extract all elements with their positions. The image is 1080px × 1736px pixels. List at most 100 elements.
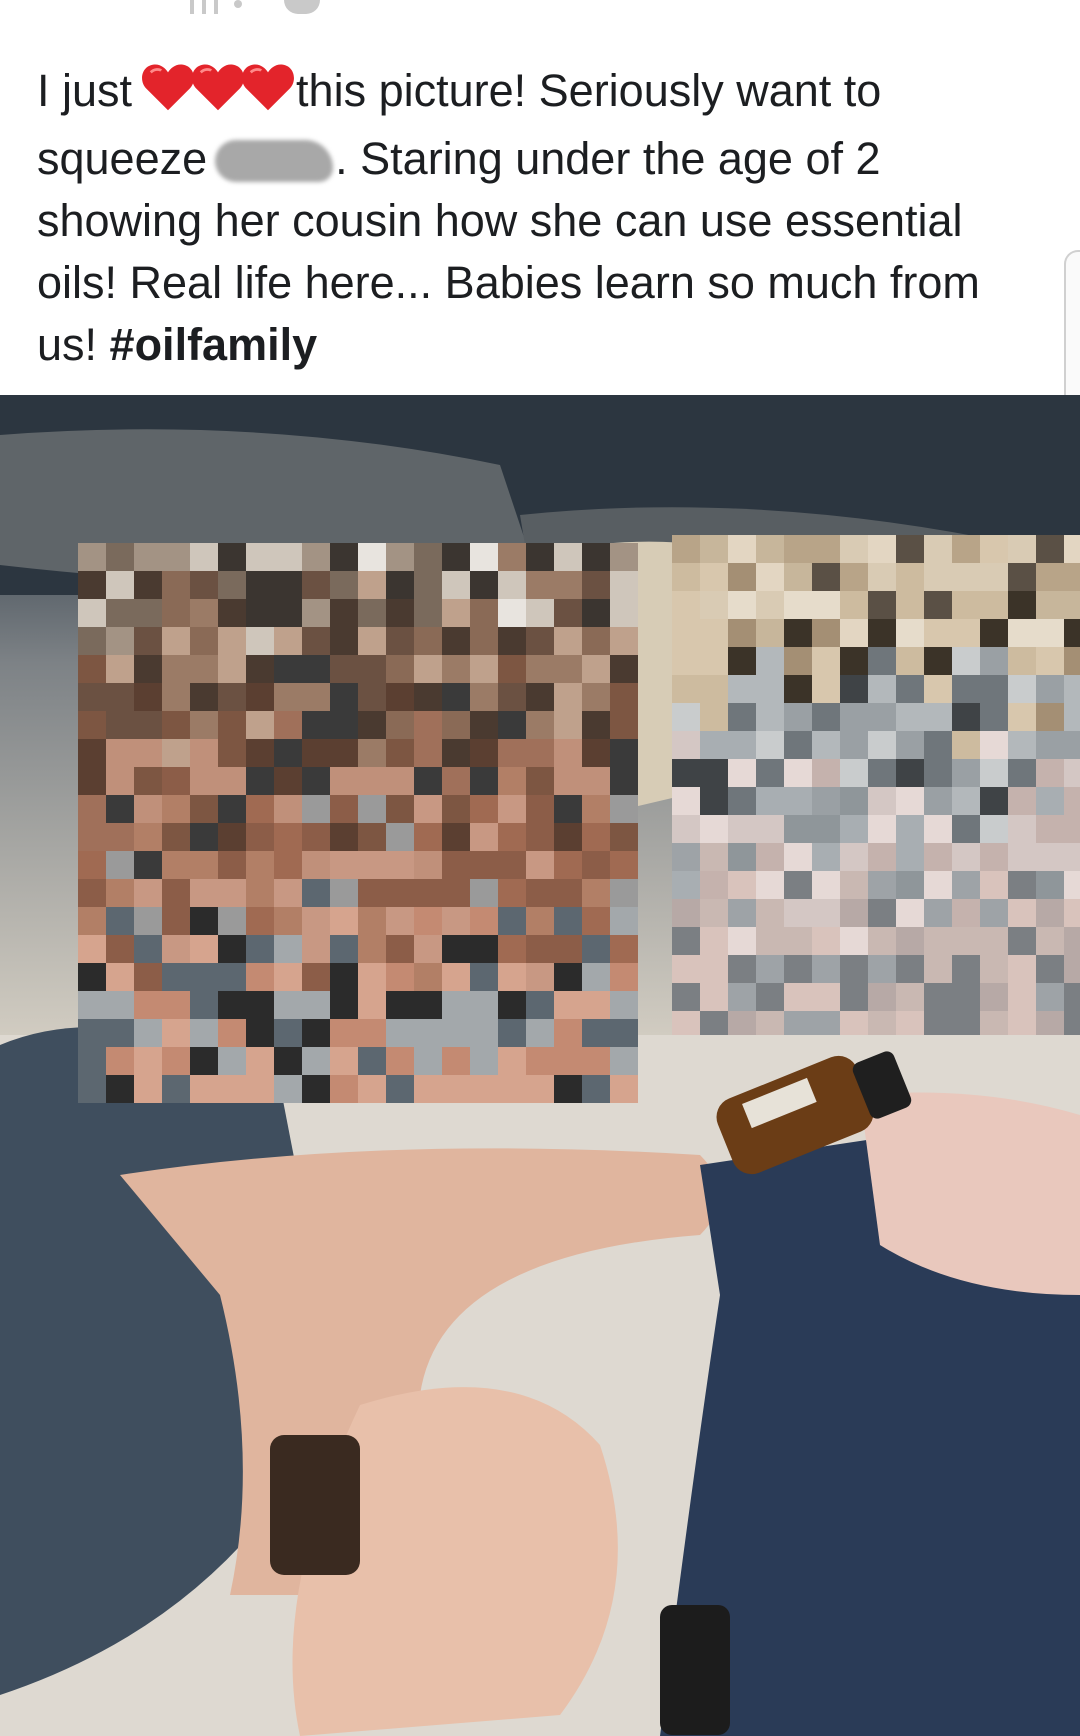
mosaic-pixel (526, 571, 554, 599)
mosaic-pixel (868, 843, 896, 871)
mosaic-pixel (470, 1047, 498, 1075)
mosaic-pixel (246, 683, 274, 711)
mosaic-pixel (442, 627, 470, 655)
mosaic-pixel (1036, 899, 1064, 927)
mosaic-pixel (784, 787, 812, 815)
mosaic-pixel (274, 739, 302, 767)
mosaic-pixel (700, 731, 728, 759)
mosaic-pixel (840, 563, 868, 591)
mosaic-pixel (700, 927, 728, 955)
mosaic-pixel (386, 1047, 414, 1075)
mosaic-pixel (924, 563, 952, 591)
mosaic-pixel (246, 599, 274, 627)
mosaic-pixel (896, 731, 924, 759)
mosaic-pixel (134, 823, 162, 851)
mosaic-pixel (106, 823, 134, 851)
mosaic-pixel (840, 983, 868, 1011)
mosaic-pixel (756, 927, 784, 955)
mosaic-pixel (610, 851, 638, 879)
mosaic-pixel (582, 543, 610, 571)
mosaic-pixel (952, 927, 980, 955)
mosaic-pixel (414, 879, 442, 907)
mosaic-pixel (330, 963, 358, 991)
mosaic-pixel (414, 1047, 442, 1075)
post-text: I just this picture! Seriously want to sq… (37, 60, 1047, 376)
mosaic-pixel (812, 1011, 840, 1035)
mosaic-pixel (980, 787, 1008, 815)
shared-photo[interactable] (0, 395, 1080, 1736)
mosaic-pixel (134, 879, 162, 907)
mosaic-pixel (952, 563, 980, 591)
mosaic-pixel (190, 823, 218, 851)
mosaic-pixel (358, 571, 386, 599)
mosaic-pixel (980, 815, 1008, 843)
mosaic-pixel (610, 739, 638, 767)
mosaic-pixel (812, 787, 840, 815)
mosaic-pixel (386, 935, 414, 963)
mosaic-pixel (78, 1047, 106, 1075)
mosaic-pixel (162, 571, 190, 599)
mosaic-pixel (812, 815, 840, 843)
mosaic-pixel (218, 963, 246, 991)
mosaic-pixel (812, 563, 840, 591)
mosaic-pixel (302, 655, 330, 683)
mosaic-pixel (812, 619, 840, 647)
red-heart-icon (140, 62, 295, 128)
mosaic-pixel (134, 1075, 162, 1103)
mosaic-pixel (582, 599, 610, 627)
mosaic-pixel (470, 683, 498, 711)
mosaic-pixel (924, 591, 952, 619)
mosaic-pixel (1036, 815, 1064, 843)
mosaic-pixel (330, 907, 358, 935)
mosaic-pixel (358, 1019, 386, 1047)
mosaic-pixel (756, 955, 784, 983)
mosaic-pixel (924, 927, 952, 955)
mosaic-pixel (700, 535, 728, 563)
mosaic-pixel (896, 871, 924, 899)
mosaic-pixel (672, 871, 700, 899)
mosaic-pixel (106, 935, 134, 963)
mosaic-pixel (246, 879, 274, 907)
mosaic-pixel (470, 823, 498, 851)
mosaic-pixel (784, 983, 812, 1011)
mosaic-pixel (386, 599, 414, 627)
mosaic-pixel (582, 711, 610, 739)
mosaic-pixel (610, 991, 638, 1019)
mosaic-pixel (672, 815, 700, 843)
mosaic-pixel (924, 703, 952, 731)
mosaic-pixel (106, 599, 134, 627)
mosaic-pixel (78, 655, 106, 683)
mosaic-pixel (840, 815, 868, 843)
mosaic-pixel (498, 963, 526, 991)
mosaic-pixel (672, 759, 700, 787)
mosaic-pixel (610, 935, 638, 963)
mosaic-pixel (610, 879, 638, 907)
mosaic-pixel (218, 991, 246, 1019)
mosaic-pixel (840, 591, 868, 619)
mosaic-pixel (952, 983, 980, 1011)
mosaic-pixel (302, 991, 330, 1019)
mosaic-pixel (302, 823, 330, 851)
mosaic-pixel (1008, 675, 1036, 703)
hashtag-link[interactable]: #oilfamily (110, 319, 318, 370)
mosaic-pixel (728, 647, 756, 675)
mosaic-pixel (582, 795, 610, 823)
mosaic-pixel (218, 543, 246, 571)
mosaic-pixel (442, 991, 470, 1019)
mosaic-pixel (162, 1075, 190, 1103)
mosaic-pixel (952, 955, 980, 983)
mosaic-pixel (924, 1011, 952, 1035)
mosaic-pixel (330, 599, 358, 627)
mosaic-pixel (162, 963, 190, 991)
mosaic-pixel (470, 795, 498, 823)
mosaic-pixel (784, 1011, 812, 1035)
mosaic-pixel (134, 599, 162, 627)
mosaic-pixel (896, 759, 924, 787)
mosaic-pixel (952, 591, 980, 619)
mosaic-pixel (218, 907, 246, 935)
mosaic-pixel (896, 955, 924, 983)
mosaic-pixel (414, 795, 442, 823)
mosaic-pixel (1064, 759, 1080, 787)
mosaic-pixel (896, 1011, 924, 1035)
mosaic-pixel (812, 759, 840, 787)
